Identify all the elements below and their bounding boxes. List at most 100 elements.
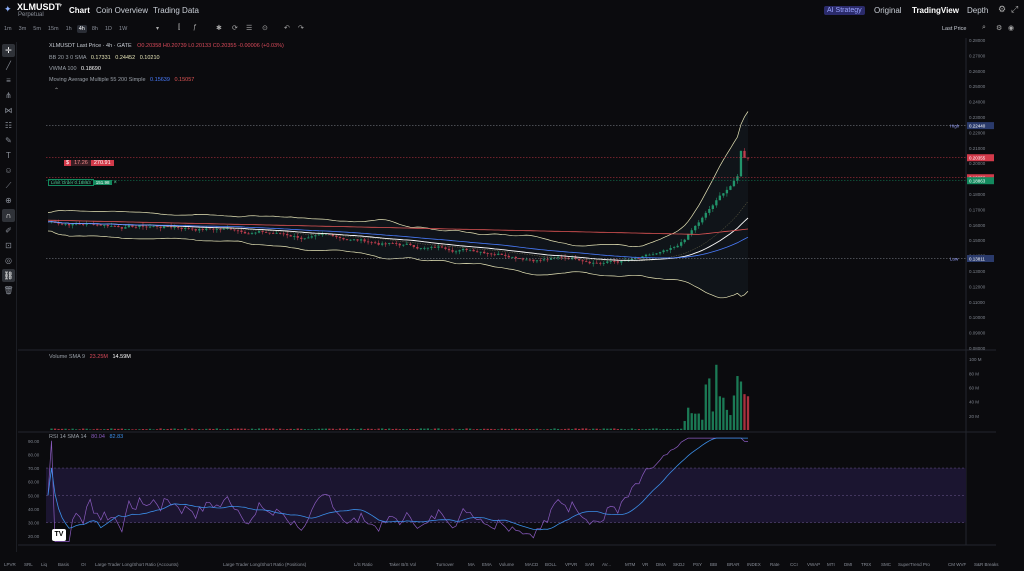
indicator-shortcut-6[interactable]: Large Trader Long/Short Ratio (Positions… xyxy=(223,562,306,567)
link-icon[interactable]: ⛓ xyxy=(2,269,15,282)
layout-icon[interactable]: ⊙ xyxy=(262,24,268,32)
indicator-shortcut-13[interactable]: MACD xyxy=(525,562,538,567)
crosshair-tool-icon[interactable]: ✛ xyxy=(2,44,15,57)
tab-coin-overview[interactable]: Coin Overview xyxy=(96,6,148,15)
order-box[interactable]: $ 17.26 270.91 xyxy=(64,160,114,166)
indicator-shortcut-32[interactable]: SMC xyxy=(881,562,891,567)
undo-icon[interactable]: ↶ xyxy=(284,24,290,32)
indicator-shortcut-35[interactable]: S&R Breaks xyxy=(974,562,999,567)
depth-button[interactable]: Depth xyxy=(967,6,988,15)
indicator-shortcut-1[interactable]: SRL xyxy=(24,562,33,567)
indicator-shortcut-33[interactable]: SuperTrend Pro xyxy=(898,562,930,567)
candle-type-icon[interactable]: ⫿ xyxy=(178,24,180,32)
timeframe-8h[interactable]: 8h xyxy=(90,25,100,33)
volume-bar xyxy=(546,429,549,430)
indicator-shortcut-17[interactable]: AV... xyxy=(602,562,611,567)
fib-tool-icon[interactable]: ☷ xyxy=(2,119,15,132)
timeframe-1w[interactable]: 1W xyxy=(117,25,129,33)
indicator-shortcut-10[interactable]: MA xyxy=(468,562,475,567)
indicator-shortcut-12[interactable]: Volume xyxy=(499,562,514,567)
timeframe-1h[interactable]: 1h xyxy=(64,25,74,33)
indicator-shortcut-26[interactable]: Rate xyxy=(770,562,780,567)
pattern-tool-icon[interactable]: ⋈ xyxy=(2,104,15,117)
price-tag-value: 0.20355 xyxy=(969,156,986,161)
trash-icon[interactable]: 🗑 xyxy=(2,284,15,297)
ai-strategy-button[interactable]: AI Strategy xyxy=(824,6,865,15)
redo-icon[interactable]: ↷ xyxy=(298,24,304,32)
indicator-shortcut-7[interactable]: L/S Ratio xyxy=(354,562,373,567)
camera-icon[interactable]: ◉ xyxy=(1008,24,1014,32)
price-source-dropdown[interactable]: Last Price xyxy=(942,26,966,32)
horizontal-lines-tool-icon[interactable]: ≡ xyxy=(2,74,15,87)
indicator-shortcut-25[interactable]: INDEX xyxy=(747,562,761,567)
indicator-shortcut-2[interactable]: Liq xyxy=(41,562,47,567)
indicator-shortcut-22[interactable]: PSY xyxy=(693,562,702,567)
ruler-tool-icon[interactable]: ⟋ xyxy=(2,179,15,192)
indicator-shortcut-20[interactable]: DMA xyxy=(656,562,666,567)
indicator-shortcut-0[interactable]: LPVR xyxy=(4,562,16,567)
volume-bar xyxy=(96,428,99,430)
tradingview-button[interactable]: TradingView xyxy=(912,6,959,15)
timeframe-dropdown-icon[interactable]: ▾ xyxy=(156,25,159,32)
volume-bar xyxy=(504,428,507,430)
tab-chart[interactable]: Chart xyxy=(69,6,90,15)
indicator-shortcut-8[interactable]: Taker B/S Vol xyxy=(389,562,416,567)
settings-icon[interactable]: ⚙ xyxy=(998,4,1006,15)
indicator-shortcut-34[interactable]: CM WVF xyxy=(948,562,966,567)
symbol-dropdown-icon[interactable]: ▾ xyxy=(59,2,62,9)
indicator-shortcut-9[interactable]: Turnover xyxy=(436,562,454,567)
limit-order-line-label[interactable]: Limit Order 0.18863 151.98 × xyxy=(48,179,117,186)
indicator-shortcut-15[interactable]: VPVR xyxy=(565,562,577,567)
list-icon[interactable]: ☰ xyxy=(246,24,252,32)
indicator-shortcut-31[interactable]: TRIX xyxy=(861,562,871,567)
text-tool-icon[interactable]: T xyxy=(2,149,15,162)
symbol-name[interactable]: XLMUSDT xyxy=(17,2,61,12)
fullscreen-icon[interactable]: ⤢ xyxy=(1011,4,1018,15)
timeframe-1m[interactable]: 1m xyxy=(2,25,14,33)
close-order-icon[interactable]: × xyxy=(114,180,118,186)
channel-tool-icon[interactable]: ⋔ xyxy=(2,89,15,102)
trendline-tool-icon[interactable]: ╱ xyxy=(2,59,15,72)
timeframe-5m[interactable]: 5m xyxy=(31,25,43,33)
settings-small-icon[interactable]: ⚙ xyxy=(996,24,1002,32)
eye-icon[interactable]: ◎ xyxy=(2,254,15,267)
settings-gear-icon[interactable]: ✱ xyxy=(216,24,222,32)
original-view-button[interactable]: Original xyxy=(874,6,902,15)
time-axis-label: 19 xyxy=(385,549,391,550)
indicator-shortcut-19[interactable]: VR xyxy=(642,562,648,567)
indicators-icon[interactable]: ƒ xyxy=(193,24,197,31)
indicator-shortcut-5[interactable]: Large Trader Long/Short Ratio (Accounts) xyxy=(95,562,179,567)
indicator-shortcut-3[interactable]: Basis xyxy=(58,562,69,567)
indicator-shortcut-30[interactable]: DMI xyxy=(844,562,852,567)
indicator-shortcut-29[interactable]: MTI xyxy=(827,562,835,567)
indicator-shortcut-14[interactable]: BOLL xyxy=(545,562,557,567)
indicator-shortcut-16[interactable]: SAR xyxy=(585,562,594,567)
timeframe-15m[interactable]: 15m xyxy=(46,25,61,33)
indicator-shortcut-18[interactable]: MTM xyxy=(625,562,635,567)
timeframe-3m[interactable]: 3m xyxy=(17,25,29,33)
collapse-legend-icon[interactable]: ⌃ xyxy=(54,87,59,94)
indicator-shortcut-27[interactable]: CCI xyxy=(790,562,798,567)
emoji-tool-icon[interactable]: ☺ xyxy=(2,164,15,177)
time-axis-label: 20 xyxy=(418,549,424,550)
refresh-icon[interactable]: ⟳ xyxy=(232,24,238,32)
chart-canvas[interactable]: 0.28000 0.27000 0.26000 0.25000 0.24000 0.230… xyxy=(18,38,996,550)
pencil-lock-icon[interactable]: ✐ xyxy=(2,224,15,237)
tab-trading-data[interactable]: Trading Data xyxy=(153,6,199,15)
price-axis-label: 0.27000 xyxy=(969,53,986,58)
timeframe-1d[interactable]: 1D xyxy=(103,25,114,33)
indicator-shortcut-28[interactable]: VWAP xyxy=(807,562,820,567)
time-axis-label: 29 xyxy=(713,549,719,550)
chart-area[interactable]: 0.28000 0.27000 0.26000 0.25000 0.24000 0.230… xyxy=(18,38,996,550)
timeframe-4h[interactable]: 4h xyxy=(76,25,87,33)
magnet-tool-icon[interactable]: ∩ xyxy=(2,209,15,222)
lock-icon[interactable]: ⊡ xyxy=(2,239,15,252)
indicator-shortcut-23[interactable]: BBI xyxy=(710,562,717,567)
indicator-shortcut-24[interactable]: BRAR xyxy=(727,562,740,567)
indicator-shortcut-4[interactable]: OI xyxy=(81,562,86,567)
brush-tool-icon[interactable]: ✎ xyxy=(2,134,15,147)
search-icon[interactable]: ⌕ xyxy=(982,24,986,32)
indicator-shortcut-21[interactable]: SKDJ xyxy=(673,562,685,567)
indicator-shortcut-11[interactable]: EMA xyxy=(482,562,492,567)
zoom-tool-icon[interactable]: ⊕ xyxy=(2,194,15,207)
